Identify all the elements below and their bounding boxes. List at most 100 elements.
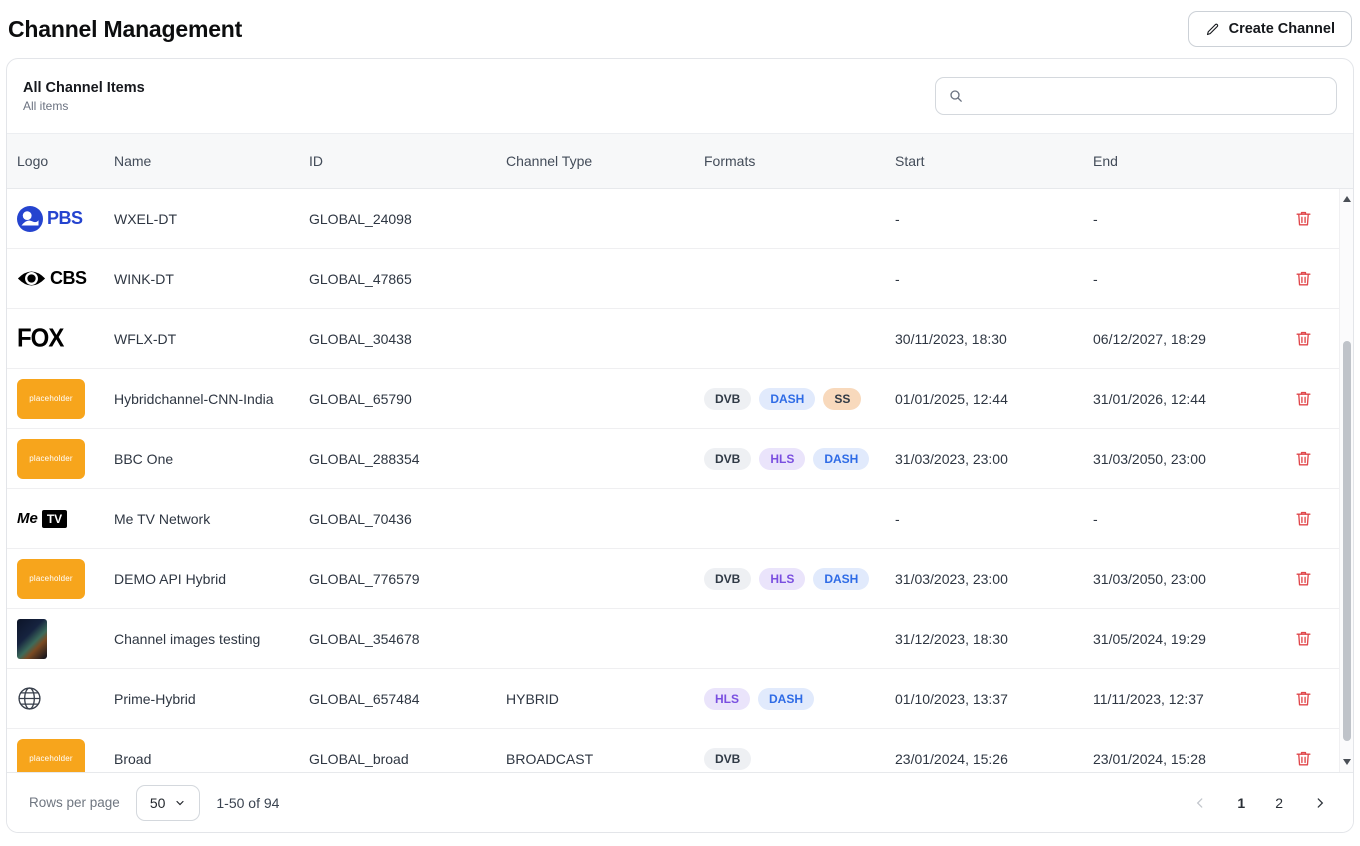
start-date: -	[895, 211, 1093, 227]
delete-button[interactable]	[1290, 325, 1317, 352]
actions-cell	[1291, 565, 1343, 592]
column-header-channel-type: Channel Type	[506, 153, 704, 169]
rows-per-page-label: Rows per page	[29, 795, 120, 810]
page-1-button[interactable]: 1	[1235, 794, 1247, 812]
format-badge-dvb: DVB	[704, 388, 751, 410]
table-row: Channel images testingGLOBAL_35467831/12…	[7, 609, 1353, 669]
logo-cell: FOX	[17, 325, 114, 353]
placeholder-logo-label: placeholder	[29, 454, 73, 463]
channel-id: GLOBAL_47865	[309, 271, 506, 287]
start-date: 01/10/2023, 13:37	[895, 691, 1093, 707]
start-date: 31/12/2023, 18:30	[895, 631, 1093, 647]
channel-type: BROADCAST	[506, 751, 704, 767]
table-body: PBSWXEL-DTGLOBAL_24098--CBSWINK-DTGLOBAL…	[7, 189, 1353, 772]
create-channel-button[interactable]: Create Channel	[1188, 11, 1352, 47]
placeholder-logo-box: placeholder	[17, 439, 85, 479]
column-header-end: End	[1093, 153, 1291, 169]
table-row: placeholderBroadGLOBAL_broadBROADCASTDVB…	[7, 729, 1353, 772]
placeholder-logo-box: placeholder	[17, 379, 85, 419]
channel-list-card: All Channel Items All items LogoNameIDCh…	[6, 58, 1354, 833]
format-badge-dvb: DVB	[704, 568, 751, 590]
metv-tv-box: TV	[42, 510, 67, 528]
previous-page-button[interactable]	[1191, 794, 1209, 812]
formats-cell: DVBDASHSS	[704, 388, 895, 410]
top-bar: Channel Management Create Channel	[0, 0, 1360, 58]
delete-button[interactable]	[1290, 685, 1317, 712]
actions-cell	[1291, 745, 1343, 772]
channel-id: GLOBAL_70436	[309, 511, 506, 527]
placeholder-logo: placeholder	[17, 559, 104, 599]
start-date: 01/01/2025, 12:44	[895, 391, 1093, 407]
vertical-scrollbar[interactable]	[1339, 189, 1353, 772]
actions-cell	[1291, 385, 1343, 412]
channel-name: Channel images testing	[114, 631, 309, 647]
format-badge-hls: HLS	[759, 568, 805, 590]
table-row: placeholderHybridchannel-CNN-IndiaGLOBAL…	[7, 369, 1353, 429]
logo-cell: placeholder	[17, 559, 114, 599]
format-badge-dvb: DVB	[704, 748, 751, 770]
delete-button[interactable]	[1290, 205, 1317, 232]
pagination-left: Rows per page 50 1-50 of 94	[29, 785, 279, 821]
actions-cell	[1291, 445, 1343, 472]
image-logo	[17, 619, 104, 659]
page-2-button[interactable]: 2	[1273, 794, 1285, 812]
delete-button[interactable]	[1290, 565, 1317, 592]
delete-button[interactable]	[1290, 265, 1317, 292]
end-date: 31/01/2026, 12:44	[1093, 391, 1291, 407]
cbs-eye-icon	[17, 270, 46, 287]
delete-button[interactable]	[1290, 625, 1317, 652]
channel-type: HYBRID	[506, 691, 704, 707]
pbs-logo: PBS	[17, 206, 104, 232]
rows-per-page-select[interactable]: 50	[136, 785, 201, 821]
formats-cell: HLSDASH	[704, 688, 895, 710]
channel-id: GLOBAL_776579	[309, 571, 506, 587]
end-date: 31/05/2024, 19:29	[1093, 631, 1291, 647]
column-header-logo: Logo	[17, 153, 114, 169]
page-title: Channel Management	[8, 16, 242, 43]
delete-button[interactable]	[1290, 745, 1317, 772]
delete-button[interactable]	[1290, 505, 1317, 532]
table-row: placeholder DEMO API HybridGLOBAL_776579 D…	[7, 549, 1353, 609]
metv-wordmark: Me	[17, 510, 38, 527]
table-row: MeTVMe TV NetworkGLOBAL_70436--	[7, 489, 1353, 549]
channel-name: WFLX-DT	[114, 331, 309, 347]
table-row: placeholderBBC OneGLOBAL_288354DVBHLSDAS…	[7, 429, 1353, 489]
placeholder-logo-label: placeholder	[29, 394, 73, 403]
end-date: -	[1093, 271, 1291, 287]
format-badge-dash: DASH	[758, 688, 814, 710]
end-date: 31/03/2050, 23:00	[1093, 571, 1291, 587]
channel-name: DEMO API Hybrid	[114, 571, 309, 587]
end-date: 23/01/2024, 15:28	[1093, 751, 1291, 767]
placeholder-logo-label: placeholder	[29, 574, 73, 583]
cbs-logo: CBS	[17, 268, 104, 289]
end-date: 06/12/2027, 18:29	[1093, 331, 1291, 347]
actions-cell	[1291, 265, 1343, 292]
placeholder-logo: placeholder	[17, 739, 104, 773]
scroll-up-arrow[interactable]	[1343, 196, 1351, 202]
pbs-icon	[17, 206, 43, 232]
next-page-button[interactable]	[1311, 794, 1329, 812]
panel-title: All Channel Items	[23, 80, 145, 96]
start-date: 31/03/2023, 23:00	[895, 571, 1093, 587]
search-input[interactable]	[972, 87, 1324, 105]
logo-cell: PBS	[17, 206, 114, 232]
logo-cell: placeholder	[17, 439, 114, 479]
placeholder-logo: placeholder	[17, 379, 104, 419]
search-box[interactable]	[935, 77, 1337, 115]
start-date: 31/03/2023, 23:00	[895, 451, 1093, 467]
column-header-start: Start	[895, 153, 1093, 169]
pencil-icon	[1205, 22, 1220, 37]
delete-button[interactable]	[1290, 385, 1317, 412]
format-badge-dash: DASH	[813, 568, 869, 590]
pagination-right: 1 2	[1191, 794, 1329, 812]
channel-name: BBC One	[114, 451, 309, 467]
channel-id: GLOBAL_30438	[309, 331, 506, 347]
scroll-down-arrow[interactable]	[1343, 759, 1351, 765]
channel-id: GLOBAL_24098	[309, 211, 506, 227]
globe-icon	[17, 686, 42, 711]
scrollbar-thumb[interactable]	[1343, 341, 1351, 741]
table-row: FOXWFLX-DTGLOBAL_3043830/11/2023, 18:300…	[7, 309, 1353, 369]
actions-cell	[1291, 325, 1343, 352]
fox-logo: FOX	[17, 325, 104, 353]
delete-button[interactable]	[1290, 445, 1317, 472]
